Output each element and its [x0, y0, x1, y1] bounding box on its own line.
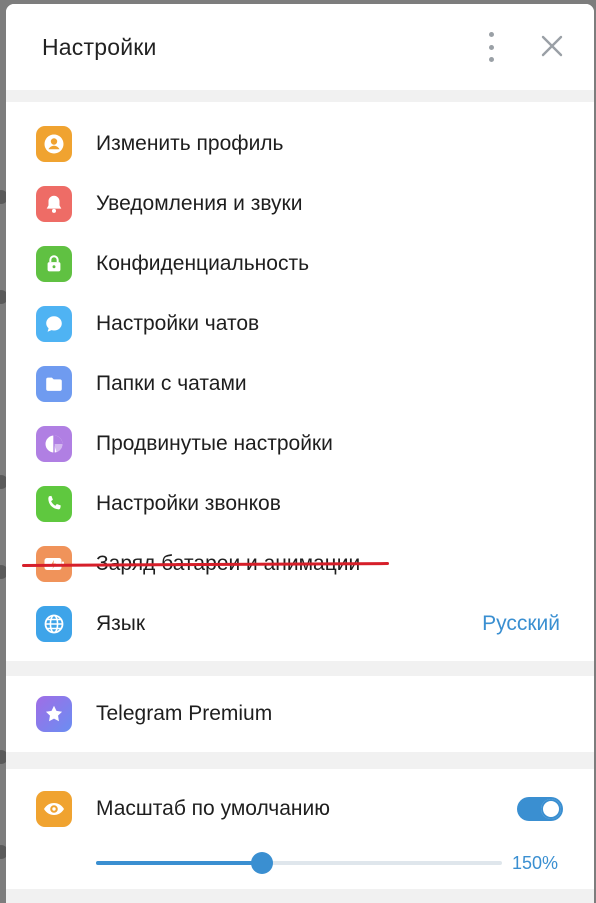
dialog-title: Настройки: [42, 34, 157, 60]
scale-value: 150%: [512, 853, 559, 873]
bell-icon: [36, 186, 72, 222]
menu-item-label: Конфиденциальность: [96, 252, 310, 275]
menu-item-privacy[interactable]: Конфиденциальность: [6, 234, 594, 294]
star-icon: [36, 696, 72, 732]
lock-icon: [36, 246, 72, 282]
scale-slider[interactable]: [96, 852, 502, 874]
settings-menu: Изменить профиль Уведомления и звуки Кон…: [6, 102, 594, 661]
pie-chart-icon: [36, 426, 72, 462]
menu-item-edit-profile[interactable]: Изменить профиль: [6, 114, 594, 174]
toggle-knob: [541, 799, 561, 819]
menu-item-chat-settings[interactable]: Настройки чатов: [6, 294, 594, 354]
close-icon[interactable]: [537, 31, 567, 61]
menu-item-label: Папки с чатами: [96, 372, 247, 395]
person-icon: [36, 126, 72, 162]
default-scale-toggle[interactable]: [517, 797, 563, 821]
menu-item-call-settings[interactable]: Настройки звонков: [6, 474, 594, 534]
scale-section: Масштаб по умолчанию 150%: [6, 769, 594, 889]
globe-icon: [36, 606, 72, 642]
slider-fill: [96, 861, 263, 865]
menu-item-label: Настройки чатов: [96, 312, 260, 335]
menu-item-label: Масштаб по умолчанию: [96, 797, 330, 820]
menu-item-chat-folders[interactable]: Папки с чатами: [6, 354, 594, 414]
menu-item-telegram-premium[interactable]: Telegram Premium: [6, 684, 594, 744]
slider-thumb[interactable]: [251, 852, 274, 874]
phone-icon: [36, 486, 72, 522]
menu-item-label: Изменить профиль: [96, 132, 284, 155]
more-options-icon[interactable]: [482, 32, 500, 62]
settings-dialog: Настройки Изменить профиль Уведомления и…: [6, 4, 594, 903]
chat-bubble-icon: [36, 306, 72, 342]
menu-item-label: Уведомления и звуки: [96, 192, 303, 215]
language-value: Русский: [482, 612, 560, 635]
menu-item-label: Telegram Premium: [96, 702, 273, 725]
menu-item-label: Настройки звонков: [96, 492, 281, 515]
menu-item-label: Язык: [96, 612, 146, 635]
dialog-header: Настройки: [6, 4, 594, 90]
menu-item-label: Продвинутые настройки: [96, 432, 333, 455]
eye-icon: [36, 791, 72, 827]
menu-item-language[interactable]: Язык Русский: [6, 594, 594, 654]
premium-section: Telegram Premium: [6, 676, 594, 752]
folder-icon: [36, 366, 72, 402]
menu-item-advanced-settings[interactable]: Продвинутые настройки: [6, 414, 594, 474]
menu-item-notifications[interactable]: Уведомления и звуки: [6, 174, 594, 234]
default-scale-row[interactable]: Масштаб по умолчанию: [6, 779, 594, 839]
